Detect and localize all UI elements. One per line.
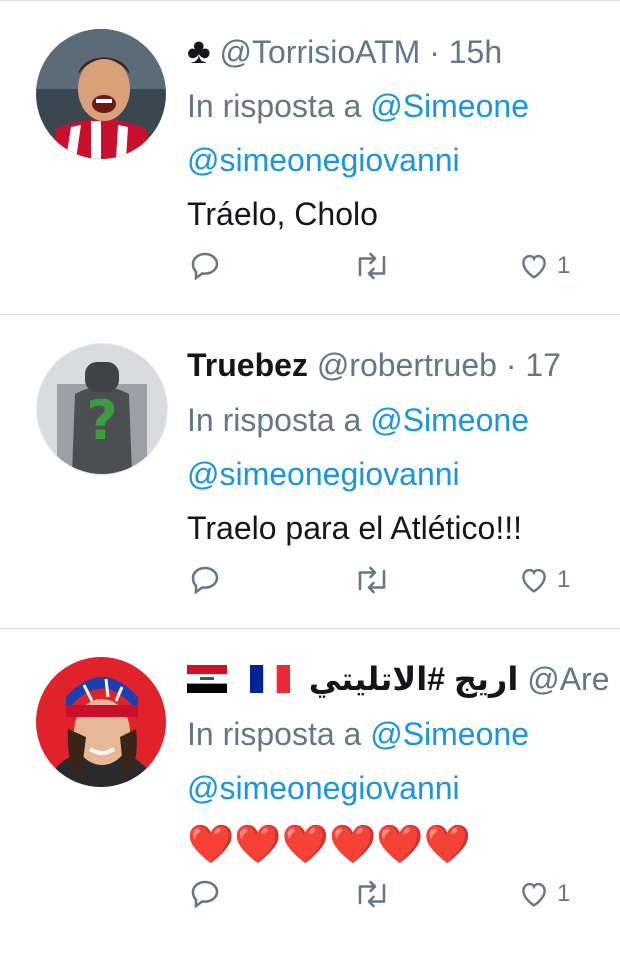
like-button[interactable]: 1: [517, 555, 570, 605]
tweet[interactable]: ♣ @TorrisioATM · 15h In risposta a @Sime…: [0, 0, 620, 314]
tweet-header: ♣ @TorrisioATM · 15h: [187, 23, 620, 79]
retweet-icon: [358, 252, 386, 280]
like-count: 1: [557, 252, 571, 279]
tweet[interactable]: اريج #الاتليتي @Are In risposta a @Simeo…: [0, 628, 620, 942]
like-button[interactable]: 1: [517, 869, 570, 919]
tweet-actions: 1: [187, 555, 620, 605]
retweet-button[interactable]: [352, 869, 392, 919]
tweet-actions: 1: [187, 241, 620, 291]
heart-icon: [522, 254, 546, 279]
reply-icon: [191, 880, 219, 909]
reply-button[interactable]: [187, 241, 223, 291]
reply-prefix: In risposta a: [187, 88, 362, 124]
reply-context-line2: @simeonegiovanni: [187, 761, 620, 815]
tweet-text: Traelo para el Atlético!!!: [187, 510, 522, 546]
like-button[interactable]: 1: [517, 241, 570, 291]
reply-context: In risposta a @Simeone: [187, 79, 620, 133]
reply-prefix: In risposta a: [187, 402, 362, 438]
separator-dot: ·: [505, 347, 517, 383]
tweet-text: Tráelo, Cholo: [187, 196, 378, 232]
reply-icon: [191, 252, 219, 281]
reply-icon: [191, 566, 219, 595]
tweet-header: Truebez @robertrueb · 17: [187, 337, 620, 393]
tweet-text: ❤️❤️❤️❤️❤️❤️: [187, 824, 471, 866]
retweet-icon: [358, 566, 386, 594]
heart-icon: [522, 568, 546, 593]
reply-context-line2: @simeonegiovanni: [187, 447, 620, 501]
retweet-button[interactable]: [352, 555, 392, 605]
reply-mention-2[interactable]: @simeonegiovanni: [187, 142, 460, 178]
tweet-time[interactable]: 17: [525, 347, 561, 383]
like-count: 1: [557, 566, 571, 593]
user-name[interactable]: Truebez: [187, 347, 308, 383]
like-count: 1: [557, 880, 571, 907]
reply-button[interactable]: [187, 555, 223, 605]
club-icon: ♣: [187, 30, 211, 71]
tweet[interactable]: ? Truebez @robertrueb · 17 In risposta a…: [0, 314, 620, 628]
reply-mention-2[interactable]: @simeonegiovanni: [187, 456, 460, 492]
avatar[interactable]: ?: [36, 343, 168, 475]
france-flag-icon: [249, 654, 290, 710]
heart-icon: [522, 882, 546, 907]
user-handle[interactable]: @robertrueb: [317, 347, 497, 383]
separator-dot: ·: [429, 34, 440, 70]
avatar[interactable]: [36, 657, 166, 787]
reply-mention[interactable]: @Simeone: [370, 716, 529, 752]
reply-prefix: In risposta a: [187, 716, 362, 752]
reply-mention-2[interactable]: @simeonegiovanni: [187, 770, 460, 806]
reply-context: In risposta a @Simeone: [187, 707, 620, 761]
tweet-actions: 1: [187, 869, 620, 919]
tweet-header: اريج #الاتليتي @Are: [187, 651, 620, 707]
reply-context-line2: @simeonegiovanni: [187, 133, 620, 187]
reply-mention[interactable]: @Simeone: [370, 402, 529, 438]
user-name[interactable]: اريج #الاتليتي: [309, 661, 519, 697]
reply-mention[interactable]: @Simeone: [370, 88, 529, 124]
user-handle[interactable]: @TorrisioATM: [220, 34, 421, 70]
avatar[interactable]: [36, 29, 166, 159]
retweet-icon: [358, 880, 386, 908]
reply-button[interactable]: [187, 869, 223, 919]
svg-text:?: ?: [86, 389, 117, 452]
iraq-flag-icon: [187, 654, 227, 710]
retweet-button[interactable]: [352, 241, 392, 291]
tweet-time[interactable]: 15h: [449, 34, 502, 70]
reply-context: In risposta a @Simeone: [187, 393, 620, 447]
user-handle[interactable]: @Are: [527, 661, 609, 697]
